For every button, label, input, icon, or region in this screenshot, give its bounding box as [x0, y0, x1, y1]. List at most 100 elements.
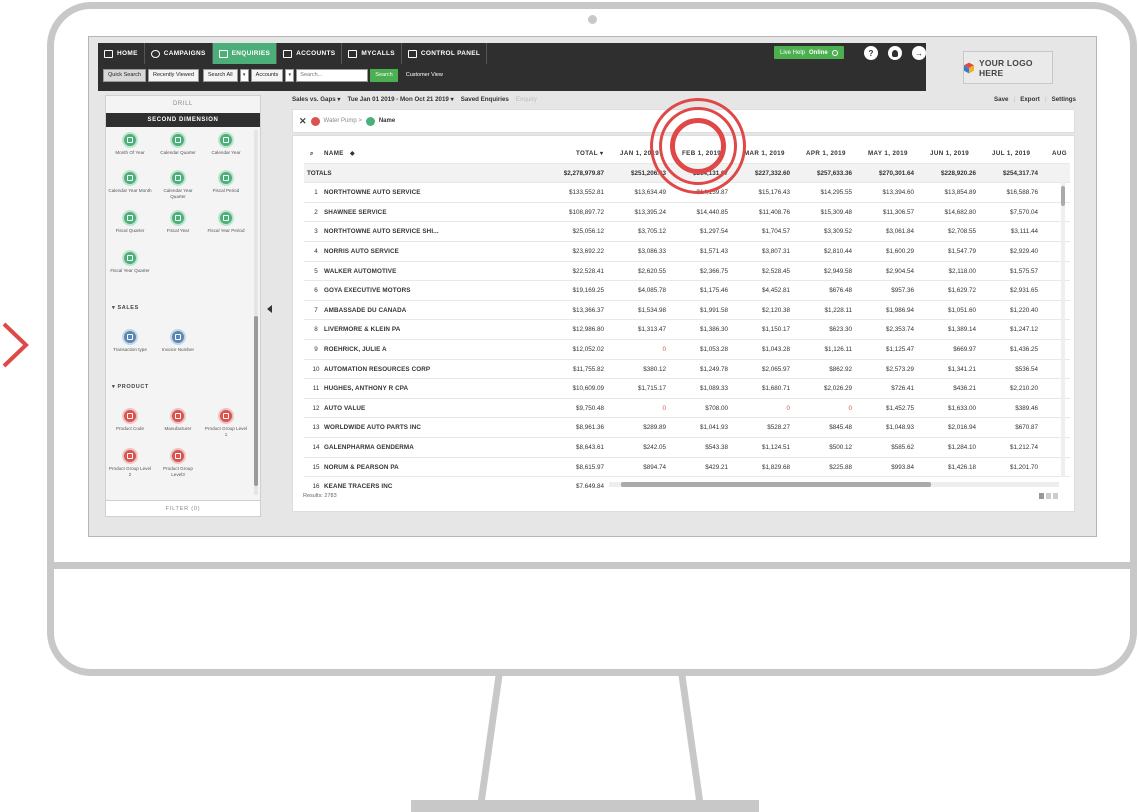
row-name[interactable]: AUTOMATION RESOURCES CORP: [324, 360, 474, 379]
dimension-product-group-1[interactable]: Product Group Level 1: [204, 408, 248, 438]
table-row[interactable]: 8 LIVERMORE & KLEIN PA $12,986.80 $1,313.47…: [304, 320, 1070, 340]
row-name[interactable]: NORTHTOWNE AUTO SERVICE: [324, 183, 474, 202]
table-row[interactable]: 2 SHAWNEE SERVICE $108,897.72 $13,395.24 $14…: [304, 203, 1070, 223]
dimension-calendar-year-month[interactable]: Calendar Year Month: [108, 170, 152, 194]
user-icon[interactable]: [888, 46, 902, 60]
nav-accounts[interactable]: ACCOUNTS: [277, 43, 343, 64]
sort-down-icon[interactable]: ▾: [600, 144, 604, 163]
dimension-fiscal-quarter[interactable]: Fiscal Quarter: [108, 210, 152, 234]
table-row[interactable]: 11 HUGHES, ANTHONY R CPA $10,609.09 $1,715.…: [304, 379, 1070, 399]
row-name[interactable]: GALENPHARMA GENDERMA: [324, 438, 474, 457]
recently-viewed-button[interactable]: Recently Viewed: [148, 68, 199, 82]
logout-icon[interactable]: →: [912, 46, 926, 60]
column-header-month[interactable]: JUN 1, 2019: [930, 144, 992, 163]
search-button[interactable]: Search: [370, 68, 398, 82]
nav-campaigns[interactable]: CAMPAIGNS: [145, 43, 213, 64]
table-row[interactable]: 4 NORRIS AUTO SERVICE $23,692.22 $3,086.33 $…: [304, 242, 1070, 262]
column-header-total[interactable]: TOTAL: [514, 144, 598, 163]
sort-icon[interactable]: ◆: [350, 144, 355, 163]
quick-search-button[interactable]: Quick Search: [103, 68, 147, 82]
dimension-fiscal-year[interactable]: Fiscal Year: [156, 210, 200, 234]
table-row[interactable]: 13 WORLDWIDE AUTO PARTS INC $8,961.36 $289.…: [304, 418, 1070, 438]
collapse-panel-icon[interactable]: [267, 305, 272, 313]
row-name[interactable]: SHAWNEE SERVICE: [324, 203, 474, 222]
save-button[interactable]: Save: [994, 96, 1008, 103]
column-header-month[interactable]: JUL 1, 2019: [992, 144, 1054, 163]
dimension-calendar-quarter[interactable]: Calendar Quarter: [156, 132, 200, 156]
dimension-transaction-type[interactable]: Transaction type: [108, 329, 152, 353]
row-month-cell: $1,571.43: [699, 248, 728, 255]
nav-mycalls[interactable]: MYCALLS: [342, 43, 402, 64]
row-name[interactable]: AUTO VALUE: [324, 399, 474, 418]
vertical-scrollbar-thumb[interactable]: [1061, 186, 1065, 206]
row-name[interactable]: AMBASSADE DU CANADA: [324, 301, 474, 320]
column-header-month[interactable]: AUG: [1052, 144, 1070, 163]
row-name[interactable]: ROEHRICK, JULIE A: [324, 340, 474, 359]
dimension-fiscal-year-period[interactable]: Fiscal Year Period: [204, 210, 248, 234]
dimension-fiscal-period[interactable]: Fiscal Period: [204, 170, 248, 194]
panel-scrollbar-thumb[interactable]: [254, 316, 258, 486]
row-name[interactable]: WORLDWIDE AUTO PARTS INC: [324, 418, 474, 437]
row-name[interactable]: NORTHTOWNE AUTO SERVICE SHI...: [324, 222, 474, 241]
chevron-down-icon[interactable]: ▾: [285, 68, 295, 82]
row-name[interactable]: NORUM & PEARSON PA: [324, 458, 474, 477]
breadcrumb-water-pump[interactable]: Water Pump >: [324, 118, 362, 124]
row-name[interactable]: LIVERMORE & KLEIN PA: [324, 320, 474, 339]
nav-enquiries[interactable]: ENQUIRIES: [212, 43, 278, 64]
dimension-product-group-2[interactable]: Product Group Level 2: [108, 448, 152, 478]
search-entity-select[interactable]: Accounts: [250, 68, 284, 82]
row-month-cell: $242.05: [643, 444, 666, 451]
dimension-manufacturer[interactable]: Manufacturer: [156, 408, 200, 432]
row-month-cell: $1,228.11: [824, 306, 852, 314]
table-row[interactable]: 5 WALKER AUTOMOTIVE $22,528.41 $2,620.55 $2,…: [304, 262, 1070, 282]
dimension-product-group-3[interactable]: Product Group Level3: [156, 448, 200, 478]
column-header-month[interactable]: MAR 1, 2019: [744, 144, 806, 163]
dimension-calendar-year[interactable]: Calendar Year: [204, 132, 248, 156]
live-help-button[interactable]: Live Help Online: [774, 46, 844, 59]
row-name[interactable]: GOYA EXECUTIVE MOTORS: [324, 281, 474, 300]
table-row[interactable]: 6 GOYA EXECUTIVE MOTORS $19,169.25 $4,085.7…: [304, 281, 1070, 301]
nav-home[interactable]: HOME: [98, 43, 145, 64]
table-row[interactable]: 14 GALENPHARMA GENDERMA $8,643.61 $242.05 $5…: [304, 438, 1070, 458]
vertical-scrollbar[interactable]: [1061, 182, 1065, 477]
export-button[interactable]: Export: [1020, 96, 1040, 103]
search-icon[interactable]: ⌕: [310, 144, 320, 163]
row-month-cell: $1,247.12: [1009, 326, 1038, 334]
dimension-product-code[interactable]: Product Code: [108, 408, 152, 432]
row-name[interactable]: HUGHES, ANTHONY R CPA: [324, 379, 474, 398]
settings-button[interactable]: Settings: [1052, 96, 1076, 103]
report-selector[interactable]: Sales vs. Gaps ▾: [292, 96, 341, 103]
search-input[interactable]: [296, 68, 369, 82]
table-row[interactable]: 9 ROEHRICK, JULIE A $12,052.02 0 $1,053.28 $1…: [304, 340, 1070, 360]
column-header-name[interactable]: NAME: [324, 144, 404, 163]
nav-control-panel[interactable]: CONTROL PANEL: [402, 43, 488, 64]
table-row[interactable]: 3 NORTHTOWNE AUTO SERVICE SHI... $25,056.1…: [304, 222, 1070, 242]
dimension-invoice-number[interactable]: Invoice Number: [156, 329, 200, 353]
section-sales-header[interactable]: ▾ SALES: [112, 305, 139, 311]
row-name[interactable]: WALKER AUTOMOTIVE: [324, 262, 474, 281]
search-scope-select[interactable]: Search All: [202, 68, 238, 82]
horizontal-scrollbar-thumb[interactable]: [621, 482, 931, 487]
row-name[interactable]: NORRIS AUTO SERVICE: [324, 242, 474, 261]
table-row[interactable]: 7 AMBASSADE DU CANADA $13,366.37 $1,534.98 $…: [304, 301, 1070, 321]
dimension-fiscal-year-quarter[interactable]: Fiscal Year Quarter: [108, 250, 152, 274]
dimension-calendar-year-quarter[interactable]: Calendar Year Quarter: [156, 170, 200, 200]
column-header-month[interactable]: MAY 1, 2019: [868, 144, 930, 163]
table-row[interactable]: 15 NORUM & PEARSON PA $8,615.97 $894.74 $429…: [304, 458, 1070, 478]
table-row[interactable]: 12 AUTO VALUE $9,750.48 0 $708.00 0 0 $1,452.75…: [304, 399, 1070, 419]
table-row[interactable]: 10 AUTOMATION RESOURCES CORP $11,755.82 $38…: [304, 360, 1070, 380]
view-toggle[interactable]: [1039, 493, 1058, 499]
chevron-down-icon[interactable]: ▾: [239, 68, 249, 82]
saved-enquiries-link[interactable]: Saved Enquiries: [461, 96, 509, 103]
help-icon[interactable]: ?: [864, 46, 878, 60]
date-range-selector[interactable]: Tue Jan 01 2019 - Mon Oct 21 2019 ▾: [348, 96, 454, 103]
row-total: $8,615.97: [575, 463, 604, 471]
clear-drill-icon[interactable]: ✕: [299, 116, 307, 127]
customer-view-link[interactable]: Customer View: [406, 72, 443, 78]
filter-button[interactable]: FILTER (0): [106, 500, 260, 516]
dimension-month-of-year[interactable]: Month Of Year: [108, 132, 152, 156]
row-name[interactable]: KEANE TRACERS INC: [324, 477, 474, 488]
row-month-cell: $2,065.97: [761, 365, 790, 373]
column-header-month[interactable]: APR 1, 2019: [806, 144, 868, 163]
section-product-header[interactable]: ▾ PRODUCT: [112, 384, 149, 390]
